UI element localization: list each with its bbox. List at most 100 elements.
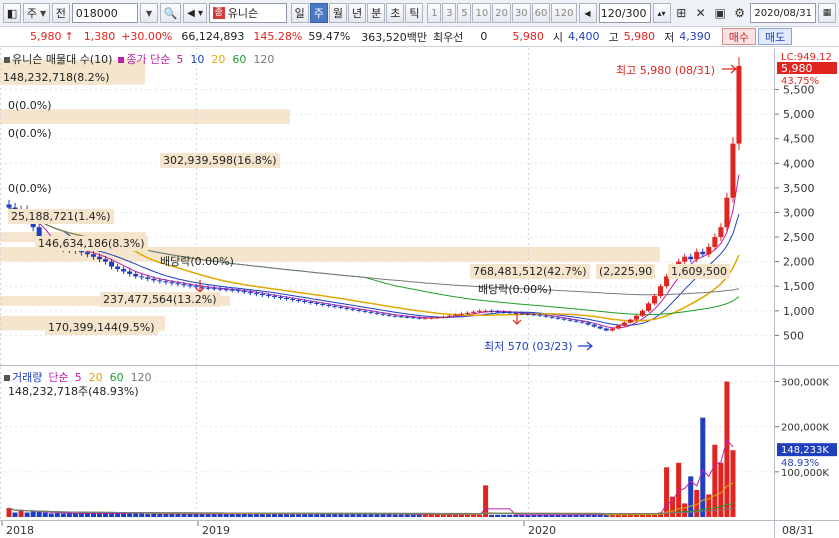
candle-body[interactable] bbox=[380, 313, 386, 315]
candle-body[interactable] bbox=[302, 300, 308, 302]
candle-body[interactable] bbox=[338, 306, 344, 308]
period-tab[interactable]: 월 bbox=[328, 3, 347, 23]
period-tab[interactable]: 분 bbox=[367, 3, 386, 23]
count-adjust-button[interactable]: ▴▾ bbox=[652, 3, 671, 23]
volume-bar[interactable] bbox=[72, 513, 78, 517]
interval-button[interactable]: 20 bbox=[492, 3, 511, 23]
candle-body[interactable] bbox=[84, 252, 90, 255]
volume-bar[interactable] bbox=[507, 514, 513, 517]
volume-bar[interactable] bbox=[241, 513, 247, 517]
ma-period-label[interactable]: 20 bbox=[89, 371, 103, 384]
candle-body[interactable] bbox=[296, 300, 302, 301]
candle-body[interactable] bbox=[127, 271, 133, 274]
chart-type-icon[interactable]: ◧ bbox=[3, 3, 22, 23]
volume-bar[interactable] bbox=[404, 514, 410, 517]
volume-bar[interactable] bbox=[205, 513, 211, 517]
image-save-icon[interactable]: ▣ bbox=[711, 3, 728, 23]
type-select[interactable]: 주 ▼ bbox=[23, 3, 50, 23]
candle-body[interactable] bbox=[573, 320, 579, 322]
candle-body[interactable] bbox=[223, 289, 229, 291]
volume-bar[interactable] bbox=[6, 507, 12, 517]
candle-body[interactable] bbox=[320, 303, 326, 305]
code-dropdown[interactable]: ▼ bbox=[140, 3, 159, 23]
candle-body[interactable] bbox=[193, 286, 199, 288]
volume-bar[interactable] bbox=[700, 417, 706, 517]
candle-body[interactable] bbox=[344, 307, 350, 309]
volume-bar[interactable] bbox=[724, 381, 730, 517]
candle-body[interactable] bbox=[241, 291, 247, 293]
volume-bar[interactable] bbox=[314, 513, 320, 517]
volume-bar[interactable] bbox=[42, 512, 48, 517]
volume-bar[interactable] bbox=[718, 462, 724, 517]
volume-bar[interactable] bbox=[169, 513, 175, 517]
candle-body[interactable] bbox=[633, 315, 639, 320]
volume-bar[interactable] bbox=[157, 513, 163, 517]
volume-bar[interactable] bbox=[253, 513, 259, 517]
period-tab[interactable]: 주 bbox=[309, 3, 328, 23]
interval-button[interactable]: 60 bbox=[531, 3, 551, 23]
volume-bar[interactable] bbox=[265, 513, 271, 517]
ma-period-label[interactable]: 120 bbox=[131, 371, 152, 384]
candle-body[interactable] bbox=[579, 321, 585, 323]
crosshair-icon[interactable]: ✕ bbox=[692, 3, 709, 23]
candle-body[interactable] bbox=[519, 313, 525, 315]
candle-body[interactable] bbox=[181, 284, 187, 286]
interval-button[interactable]: 120 bbox=[551, 3, 577, 23]
volume-bar[interactable] bbox=[440, 514, 446, 517]
candle-body[interactable] bbox=[290, 299, 296, 301]
candle-body[interactable] bbox=[90, 254, 96, 257]
interval-button[interactable]: 10 bbox=[472, 3, 492, 23]
volume-bar[interactable] bbox=[48, 513, 54, 517]
volume-bar[interactable] bbox=[338, 513, 344, 517]
ma-period-label[interactable]: 60 bbox=[232, 53, 246, 66]
candle-body[interactable] bbox=[356, 309, 362, 311]
candle-body[interactable] bbox=[217, 288, 223, 290]
candle-body[interactable] bbox=[531, 314, 537, 316]
volume-bar[interactable] bbox=[133, 512, 139, 517]
candle-body[interactable] bbox=[169, 282, 175, 284]
candle-body[interactable] bbox=[495, 311, 501, 313]
candle-body[interactable] bbox=[404, 316, 410, 318]
volume-bar[interactable] bbox=[302, 513, 308, 517]
candle-body[interactable] bbox=[374, 312, 380, 314]
volume-bar[interactable] bbox=[386, 513, 392, 517]
volume-bar[interactable] bbox=[398, 514, 404, 517]
volume-bar[interactable] bbox=[109, 513, 115, 517]
candle-body[interactable] bbox=[96, 256, 103, 260]
volume-bar[interactable] bbox=[96, 513, 103, 517]
candle-body[interactable] bbox=[477, 310, 483, 312]
candle-body[interactable] bbox=[627, 319, 633, 323]
candle-body[interactable] bbox=[645, 303, 652, 311]
price-chart-panel[interactable]: 유니슨 매물대 수(10) 종가 단순 5 10 20 60 120 148,232,7… bbox=[0, 48, 774, 366]
candle-body[interactable] bbox=[507, 312, 513, 314]
volume-bar[interactable] bbox=[36, 511, 42, 517]
candle-body[interactable] bbox=[157, 280, 163, 282]
candle-body[interactable] bbox=[549, 316, 555, 318]
interval-button[interactable]: 3 bbox=[442, 3, 457, 23]
volume-bar[interactable] bbox=[84, 513, 90, 517]
volume-bar[interactable] bbox=[18, 510, 24, 517]
ma-period-label[interactable]: 10 bbox=[190, 53, 204, 66]
volume-bar[interactable] bbox=[350, 513, 356, 517]
period-tab[interactable]: 초 bbox=[386, 3, 405, 23]
volume-bar[interactable] bbox=[277, 513, 284, 517]
volume-bar[interactable] bbox=[12, 512, 18, 517]
candle-body[interactable] bbox=[326, 304, 332, 306]
candle-body[interactable] bbox=[561, 318, 567, 320]
count-display[interactable]: 120/300 bbox=[598, 3, 651, 23]
candle-body[interactable] bbox=[78, 250, 84, 253]
code-input[interactable]: 018000 bbox=[71, 3, 139, 23]
candle-body[interactable] bbox=[543, 315, 549, 317]
candle-body[interactable] bbox=[115, 266, 121, 270]
candle-body[interactable] bbox=[247, 292, 253, 294]
volume-bar[interactable] bbox=[495, 514, 501, 517]
volume-bar[interactable] bbox=[682, 503, 688, 517]
candle-body[interactable] bbox=[175, 283, 181, 285]
volume-bar[interactable] bbox=[446, 514, 452, 517]
candle-body[interactable] bbox=[205, 287, 211, 289]
candle-body[interactable] bbox=[410, 317, 416, 319]
volume-bar[interactable] bbox=[139, 513, 145, 517]
candle-body[interactable] bbox=[6, 204, 12, 208]
candle-body[interactable] bbox=[398, 316, 404, 318]
volume-bar[interactable] bbox=[501, 514, 507, 517]
